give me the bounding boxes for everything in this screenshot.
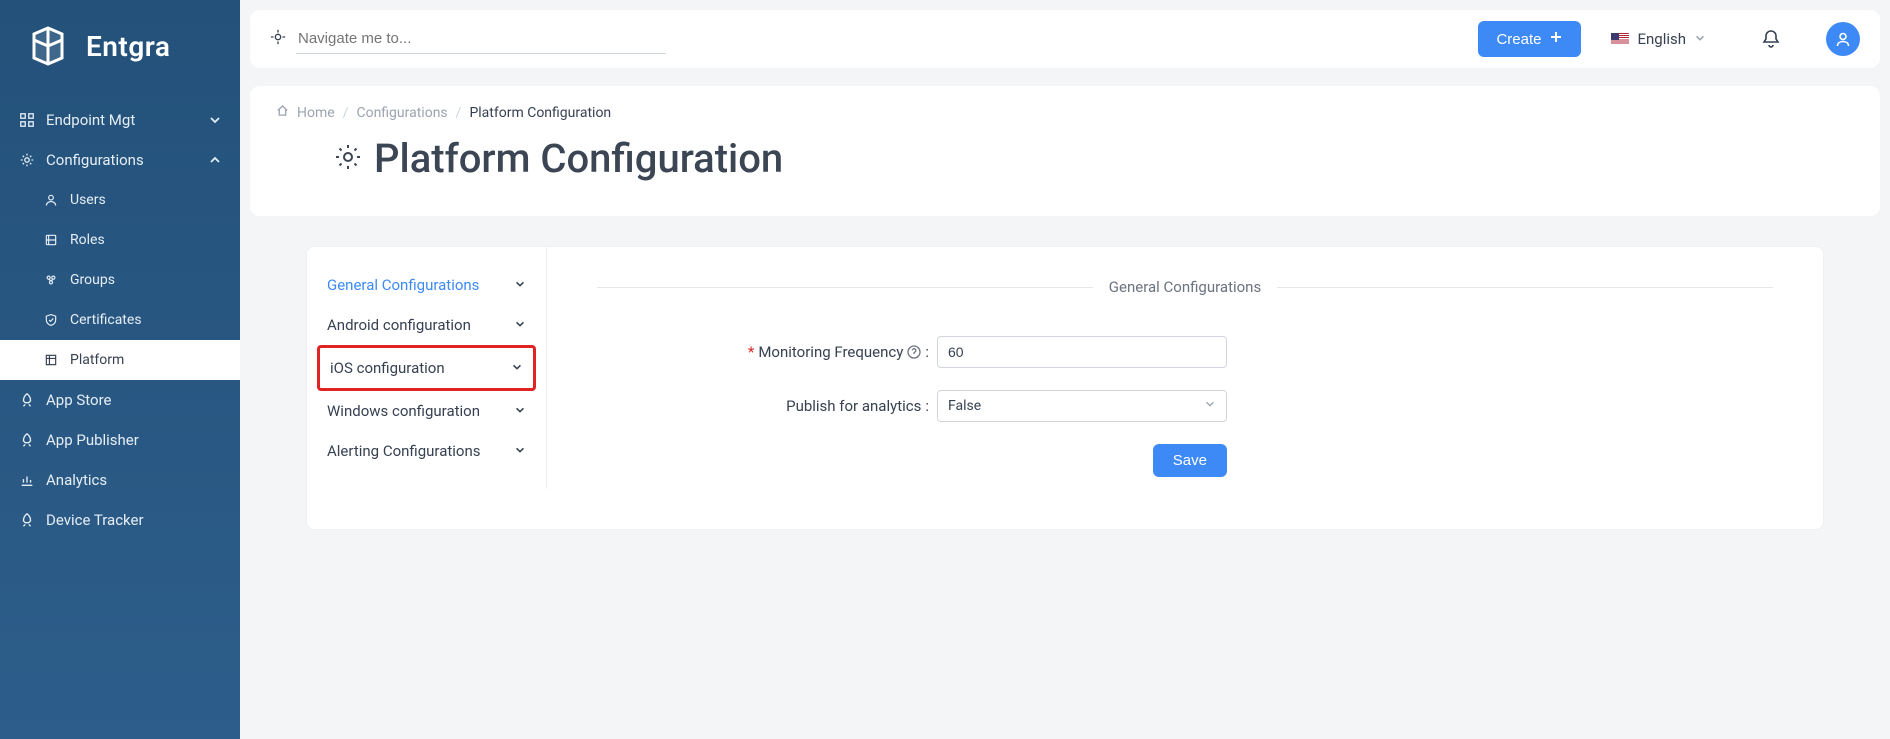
user-icon bbox=[42, 191, 60, 209]
nav-label: Device Tracker bbox=[46, 511, 222, 529]
nav-label: Analytics bbox=[46, 471, 222, 489]
breadcrumb-home[interactable]: Home bbox=[297, 105, 335, 121]
section-divider: General Configurations bbox=[597, 277, 1773, 296]
monitoring-label: * Monitoring Frequency : bbox=[597, 343, 937, 361]
chevron-down-icon bbox=[514, 442, 526, 460]
plus-icon bbox=[1549, 30, 1563, 48]
publish-select[interactable]: False bbox=[937, 390, 1227, 422]
avatar[interactable] bbox=[1826, 22, 1860, 56]
home-icon bbox=[276, 104, 289, 121]
nav-label: Users bbox=[70, 192, 222, 208]
sidebar-item-roles[interactable]: Roles bbox=[0, 220, 240, 260]
language-selector[interactable]: English bbox=[1601, 30, 1716, 48]
sidebar-sub-configurations: Users Roles Groups Certificates Platform bbox=[0, 180, 240, 380]
sidebar-nav: Endpoint Mgt Configurations Users Roles bbox=[0, 100, 240, 739]
chevron-down-icon bbox=[514, 316, 526, 334]
config-nav-label: Alerting Configurations bbox=[327, 442, 481, 460]
required-marker: * bbox=[748, 343, 754, 361]
chevron-down-icon bbox=[514, 402, 526, 420]
create-button[interactable]: Create bbox=[1478, 21, 1581, 57]
brand-text: Entgra bbox=[86, 30, 170, 63]
breadcrumb-sep: / bbox=[456, 105, 462, 121]
chevron-down-icon bbox=[1694, 30, 1706, 48]
config-nav-windows[interactable]: Windows configuration bbox=[317, 391, 536, 431]
config-nav: General Configurations Android configura… bbox=[307, 247, 547, 489]
config-nav-ios[interactable]: iOS configuration bbox=[317, 345, 536, 391]
nav-label: Configurations bbox=[46, 151, 208, 169]
save-button[interactable]: Save bbox=[1153, 444, 1227, 477]
page-title: Platform Configuration bbox=[374, 135, 783, 182]
sidebar-item-device-tracker[interactable]: Device Tracker bbox=[0, 500, 240, 540]
form-row-monitoring: * Monitoring Frequency : bbox=[597, 336, 1773, 368]
config-nav-general[interactable]: General Configurations bbox=[317, 265, 536, 305]
nav-label: Roles bbox=[70, 232, 222, 248]
shield-icon bbox=[42, 311, 60, 329]
chevron-down-icon bbox=[511, 359, 523, 377]
gear-icon bbox=[332, 141, 364, 177]
sidebar-item-app-store[interactable]: App Store bbox=[0, 380, 240, 420]
navigate-input[interactable] bbox=[296, 24, 666, 54]
config-nav-label: General Configurations bbox=[327, 276, 479, 294]
chevron-up-icon bbox=[208, 153, 222, 167]
sidebar-item-users[interactable]: Users bbox=[0, 180, 240, 220]
bell-icon[interactable] bbox=[1760, 28, 1782, 50]
publish-value: False bbox=[948, 398, 981, 414]
sidebar-item-configurations[interactable]: Configurations bbox=[0, 140, 240, 180]
breadcrumb-current: Platform Configuration bbox=[469, 105, 611, 121]
nav-label: Platform bbox=[70, 352, 222, 368]
breadcrumb-configurations[interactable]: Configurations bbox=[356, 105, 447, 121]
config-nav-android[interactable]: Android configuration bbox=[317, 305, 536, 345]
page-card: Home / Configurations / Platform Configu… bbox=[250, 86, 1880, 216]
sidebar-item-platform[interactable]: Platform bbox=[0, 340, 240, 380]
content-area: General Configurations Android configura… bbox=[306, 246, 1824, 530]
flag-icon bbox=[1611, 33, 1629, 45]
config-nav-label: iOS configuration bbox=[330, 359, 445, 377]
chart-icon bbox=[18, 471, 36, 489]
language-label: English bbox=[1637, 30, 1686, 48]
nav-label: Endpoint Mgt bbox=[46, 111, 208, 129]
chevron-down-icon bbox=[514, 276, 526, 294]
sidebar-item-analytics[interactable]: Analytics bbox=[0, 460, 240, 500]
sidebar-item-certificates[interactable]: Certificates bbox=[0, 300, 240, 340]
sidebar-item-app-publisher[interactable]: App Publisher bbox=[0, 420, 240, 460]
platform-icon bbox=[42, 351, 60, 369]
topbar: Create English bbox=[250, 10, 1880, 68]
nav-label: Groups bbox=[70, 272, 222, 288]
rocket-icon bbox=[18, 391, 36, 409]
nav-label: Certificates bbox=[70, 312, 222, 328]
target-icon bbox=[270, 29, 286, 49]
page-title-row: Platform Configuration bbox=[276, 135, 1854, 182]
grid-icon bbox=[18, 111, 36, 129]
rocket-icon bbox=[18, 511, 36, 529]
nav-label: App Store bbox=[46, 391, 222, 409]
config-nav-label: Android configuration bbox=[327, 316, 471, 334]
sidebar-item-endpoint-mgt[interactable]: Endpoint Mgt bbox=[0, 100, 240, 140]
breadcrumb: Home / Configurations / Platform Configu… bbox=[276, 104, 1854, 121]
navigate-box bbox=[270, 24, 666, 54]
chevron-down-icon bbox=[208, 113, 222, 127]
sidebar-item-groups[interactable]: Groups bbox=[0, 260, 240, 300]
sidebar: Entgra Endpoint Mgt Configurations Users bbox=[0, 0, 240, 739]
monitoring-input[interactable] bbox=[937, 336, 1227, 368]
breadcrumb-sep: / bbox=[343, 105, 349, 121]
rocket-icon bbox=[18, 431, 36, 449]
config-form: General Configurations * Monitoring Freq… bbox=[547, 247, 1823, 489]
nav-label: App Publisher bbox=[46, 431, 222, 449]
roles-icon bbox=[42, 231, 60, 249]
section-title: General Configurations bbox=[1093, 278, 1277, 296]
groups-icon bbox=[42, 271, 60, 289]
publish-label: Publish for analytics : bbox=[597, 397, 937, 415]
main: Create English Home / Configurations / P… bbox=[240, 0, 1890, 739]
chevron-down-icon bbox=[1204, 398, 1216, 414]
help-icon[interactable] bbox=[907, 345, 921, 359]
gear-icon bbox=[18, 151, 36, 169]
config-nav-alerting[interactable]: Alerting Configurations bbox=[317, 431, 536, 471]
brand-logo: Entgra bbox=[0, 0, 240, 100]
form-row-publish: Publish for analytics : False bbox=[597, 390, 1773, 422]
create-label: Create bbox=[1496, 31, 1541, 48]
config-nav-label: Windows configuration bbox=[327, 402, 480, 420]
brand-icon bbox=[24, 22, 72, 70]
